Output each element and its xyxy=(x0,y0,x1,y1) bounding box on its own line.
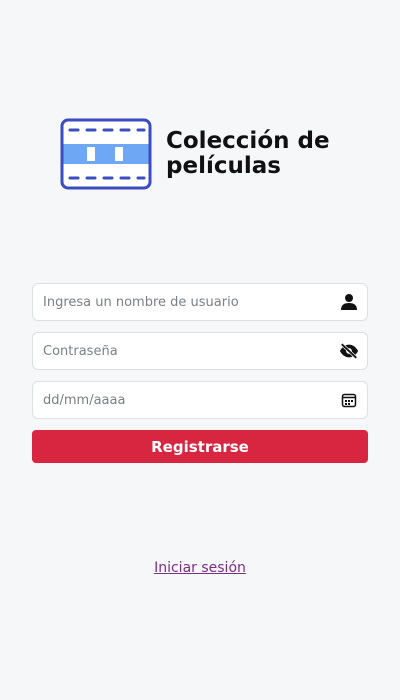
date-field xyxy=(32,381,368,419)
username-field xyxy=(32,283,368,321)
eye-slash-icon[interactable] xyxy=(339,341,359,361)
film-strip-icon xyxy=(60,118,152,190)
username-input[interactable] xyxy=(33,284,339,320)
person-icon xyxy=(339,292,359,312)
app-title: Colección de películas xyxy=(166,127,330,179)
register-button[interactable]: Registrarse xyxy=(32,430,368,463)
date-input[interactable] xyxy=(33,382,339,418)
register-form: Registrarse xyxy=(32,283,368,463)
password-field xyxy=(32,332,368,370)
app-header: Colección de películas xyxy=(60,118,336,190)
calendar-icon[interactable] xyxy=(339,390,359,410)
login-link[interactable]: Iniciar sesión xyxy=(0,560,400,576)
password-input[interactable] xyxy=(33,333,339,369)
